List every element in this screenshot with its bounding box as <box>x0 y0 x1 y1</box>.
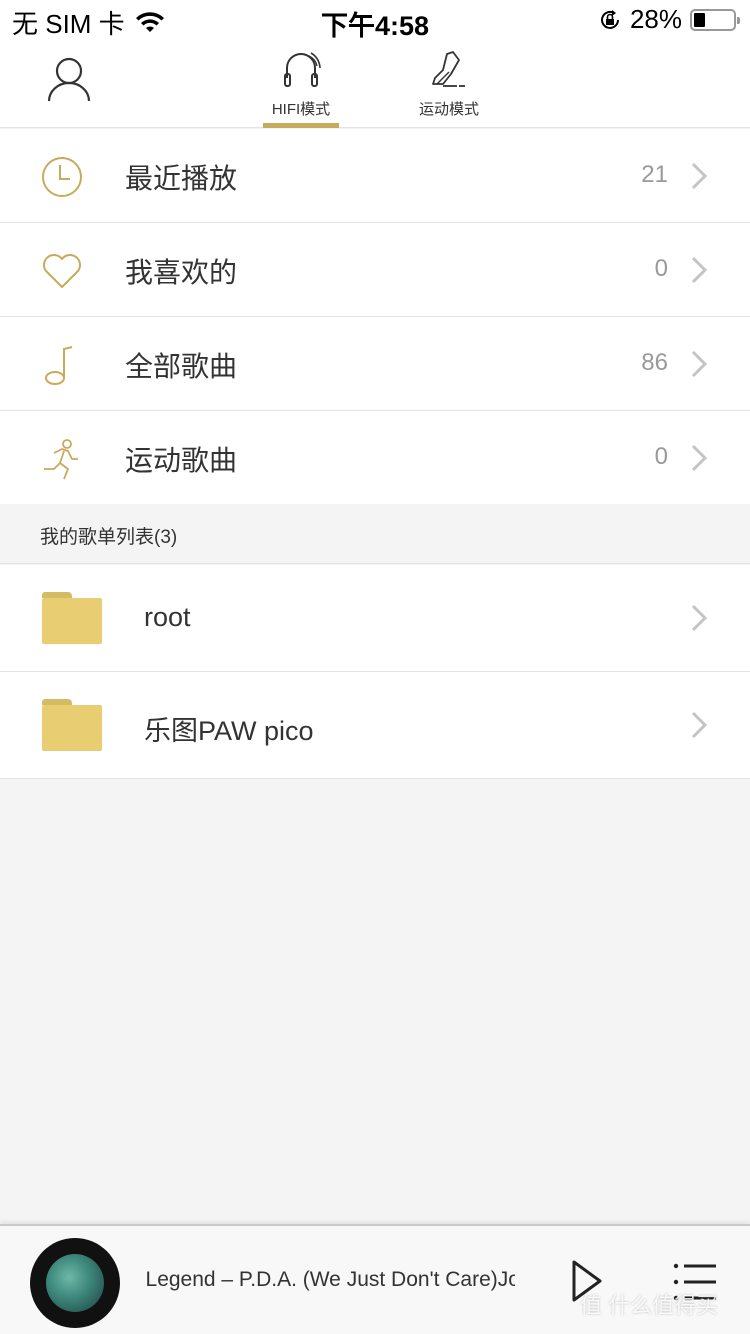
battery-icon <box>690 8 740 31</box>
profile-button[interactable] <box>44 56 94 102</box>
menu-label: 最近播放 <box>125 163 238 194</box>
folder-icon <box>42 699 102 751</box>
track-title-marquee[interactable]: n Legend – P.D.A. (We Just Don't Care)Jo… <box>140 1268 515 1298</box>
playlist-section-title: 我的歌单列表(3) <box>40 527 178 548</box>
menu-label: 全部歌曲 <box>125 351 238 382</box>
tab-hifi-label: HIFI模式 <box>271 101 331 118</box>
menu-item-all-songs[interactable]: 全部歌曲 86 <box>0 317 750 411</box>
watermark: 值 什么值得买 <box>580 1293 719 1318</box>
menu-count: 0 <box>654 443 668 470</box>
playlist-item-paw-pico[interactable]: 乐图PAW pico <box>0 672 750 779</box>
chevron-right-icon <box>691 162 708 190</box>
user-icon <box>47 57 91 102</box>
top-nav: HIFI模式 运动模式 <box>0 40 750 128</box>
track-title: n Legend – P.D.A. (We Just Don't Care)Jo… <box>140 1268 515 1291</box>
running-person-icon <box>44 439 78 480</box>
menu-count: 21 <box>641 161 668 188</box>
sneaker-icon <box>432 51 465 87</box>
menu-count: 86 <box>641 349 668 376</box>
album-cover-image <box>46 1254 104 1312</box>
status-bar: 无 SIM 卡 下午4:58 28% <box>0 0 750 41</box>
playlist-label: 乐图PAW pico <box>144 716 314 746</box>
tab-hifi-mode[interactable]: HIFI模式 <box>246 50 356 128</box>
chevron-right-icon <box>691 256 708 284</box>
playlist-list: root 乐图PAW pico <box>0 565 750 779</box>
menu-count: 0 <box>654 255 668 282</box>
rotation-lock-icon <box>600 9 619 29</box>
chevron-right-icon <box>691 711 708 739</box>
chevron-right-icon <box>691 350 708 378</box>
menu-label: 我喜欢的 <box>125 257 238 288</box>
headphones-icon <box>284 52 321 87</box>
menu-item-recent[interactable]: 最近播放 21 <box>0 129 750 223</box>
battery-level <box>694 12 705 27</box>
active-tab-indicator <box>263 123 339 128</box>
playlist-section-header: 我的歌单列表(3) <box>0 504 750 564</box>
album-art[interactable] <box>30 1238 120 1328</box>
tab-sport-mode[interactable]: 运动模式 <box>394 50 504 128</box>
menu-item-favorites[interactable]: 我喜欢的 0 <box>0 223 750 317</box>
clock-icon <box>42 157 82 197</box>
chevron-right-icon <box>691 604 708 632</box>
chevron-right-icon <box>691 444 708 472</box>
library-menu: 最近播放 21 我喜欢的 0 全部歌曲 86 运动歌曲 0 <box>0 129 750 505</box>
menu-label: 运动歌曲 <box>125 445 238 476</box>
battery-percent: 28% <box>629 4 682 34</box>
heart-icon <box>43 254 81 288</box>
tab-sport-label: 运动模式 <box>418 101 479 118</box>
music-note-icon <box>45 346 73 385</box>
playlist-item-root[interactable]: root <box>0 565 750 672</box>
playlist-label: root <box>144 602 191 632</box>
menu-item-sport-songs[interactable]: 运动歌曲 0 <box>0 411 750 505</box>
folder-icon <box>42 592 102 644</box>
